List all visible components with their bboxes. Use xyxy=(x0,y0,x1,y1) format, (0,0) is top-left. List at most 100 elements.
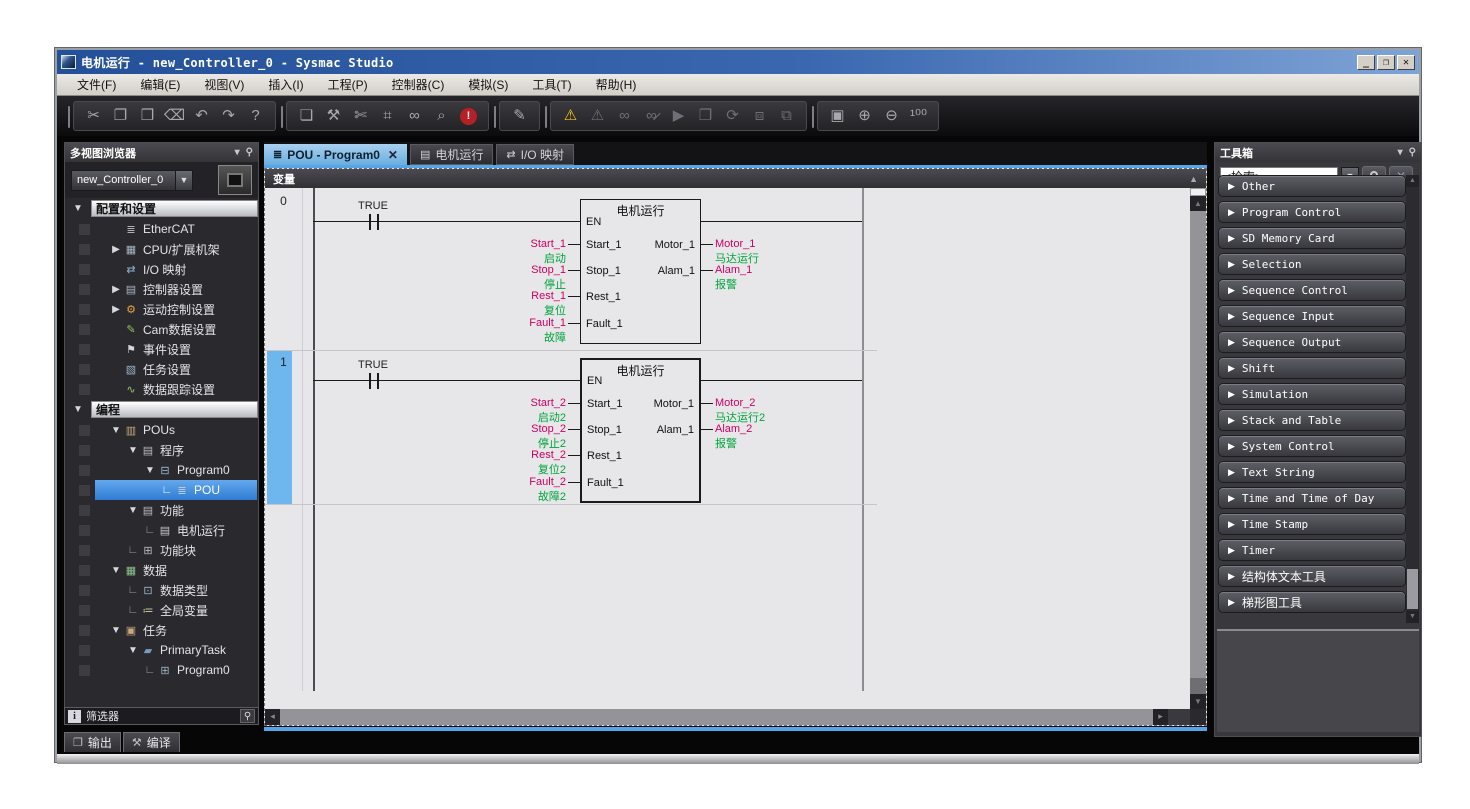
tree-item-事件设置[interactable]: ⚑事件设置 xyxy=(65,339,258,359)
tree-item-功能[interactable]: ▼▤功能 xyxy=(65,500,258,520)
block-run-icon[interactable]: ❒ xyxy=(692,102,719,130)
tree-item-数据跟踪设置[interactable]: ∿数据跟踪设置 xyxy=(65,379,258,399)
menu-item-9[interactable]: 帮助(H) xyxy=(584,74,649,95)
cut-icon[interactable]: ✂ xyxy=(80,102,107,130)
monitor-stop-icon[interactable]: ∞̷ xyxy=(638,102,665,130)
paste-icon[interactable]: ❒ xyxy=(134,102,161,130)
chevron-down-icon[interactable]: ▾ xyxy=(1398,147,1403,158)
tree-section-header[interactable]: ▼配置和设置 xyxy=(65,199,258,218)
warning-on-icon[interactable]: ⚠ xyxy=(557,102,584,130)
collapse-triangle-icon[interactable]: ▲ xyxy=(1189,174,1198,184)
variable-edit-icon[interactable]: ✎ xyxy=(506,102,533,130)
tree-item-控制器设置[interactable]: ▶▤控制器设置 xyxy=(65,279,258,299)
tree-item-全局变量[interactable]: ∟≔全局变量 xyxy=(65,600,258,620)
toolbox-scrollbar[interactable]: ▲ ▼ xyxy=(1406,175,1419,623)
toolbox-category-SD Memory Card[interactable]: ▶SD Memory Card xyxy=(1218,227,1406,249)
scroll-right-icon[interactable]: ▸ xyxy=(1153,709,1168,725)
tree-elbow[interactable]: ∟ xyxy=(161,484,173,496)
restore-button[interactable]: ❐ xyxy=(1377,55,1395,70)
tree-expander-icon[interactable]: ▶ xyxy=(110,244,122,255)
tree-expander-icon[interactable]: ▼ xyxy=(110,425,122,436)
input-arg[interactable]: Fault_1故障 xyxy=(416,317,566,345)
expand-triangle-icon[interactable]: ▼ xyxy=(65,203,91,214)
tree-expander-icon[interactable]: ▼ xyxy=(127,445,139,456)
tree-item-任务设置[interactable]: ▧任务设置 xyxy=(65,359,258,379)
tree-expander-icon[interactable]: ▼ xyxy=(144,465,156,476)
chevron-down-icon[interactable]: ▾ xyxy=(235,147,240,158)
toolbox-category-Time Stamp[interactable]: ▶Time Stamp xyxy=(1218,513,1406,535)
tree-expander-icon[interactable]: ▼ xyxy=(110,565,122,576)
scroll-up-icon[interactable]: ▲ xyxy=(1190,196,1206,211)
expand-triangle-icon[interactable]: ▼ xyxy=(65,404,91,415)
zoom-out-icon[interactable]: ⊖ xyxy=(878,102,905,130)
bottom-tab-编译[interactable]: ⚒编译 xyxy=(123,732,180,752)
minimize-button[interactable]: _ xyxy=(1357,55,1375,70)
pin-icon[interactable]: ⚲ xyxy=(246,147,253,158)
pin-icon[interactable]: ⚲ xyxy=(1409,147,1416,158)
toolbox-category-Time and Time of Day[interactable]: ▶Time and Time of Day xyxy=(1218,487,1406,509)
rung-number[interactable]: 1 xyxy=(265,355,302,369)
input-arg[interactable]: Rest_1复位 xyxy=(416,290,566,318)
vscroll-thumb[interactable] xyxy=(1190,211,1206,678)
tree-elbow[interactable]: ∟ xyxy=(127,604,139,616)
tree-item-CPU/扩展机架[interactable]: ▶▦CPU/扩展机架 xyxy=(65,239,258,259)
transfer-to-controller-icon[interactable]: ⧈ xyxy=(746,102,773,130)
output-arg[interactable]: Motor_2马达运行2 xyxy=(715,397,875,425)
bottom-tab-输出[interactable]: ❐输出 xyxy=(64,732,121,752)
vertical-scrollbar[interactable]: ▲ ▼ xyxy=(1190,188,1206,709)
tree-elbow[interactable]: ∟ xyxy=(144,664,156,676)
toolbox-category-System Control[interactable]: ▶System Control xyxy=(1218,435,1406,457)
transfer-from-controller-icon[interactable]: ⧉ xyxy=(773,102,800,130)
undo-icon[interactable]: ↶ xyxy=(188,102,215,130)
editor-tab-POU - Program0[interactable]: ≣POU - Program0✕ xyxy=(264,144,407,165)
tree-item-电机运行[interactable]: ∟▤电机运行 xyxy=(65,520,258,540)
tree-expander-icon[interactable]: ▼ xyxy=(127,505,139,516)
tree-item-数据[interactable]: ▼▦数据 xyxy=(65,560,258,580)
menu-item-7[interactable]: 模拟(S) xyxy=(456,74,520,95)
menu-item-1[interactable]: 文件(F) xyxy=(65,74,128,95)
menu-item-5[interactable]: 工程(P) xyxy=(316,74,380,95)
close-button[interactable]: ✕ xyxy=(1397,55,1415,70)
input-arg[interactable]: Stop_1停止 xyxy=(416,264,566,292)
toolbox-category-Program Control[interactable]: ▶Program Control xyxy=(1218,201,1406,223)
monitor-glasses-icon[interactable]: ∞ xyxy=(611,102,638,130)
input-arg[interactable]: Start_2启动2 xyxy=(416,397,566,425)
rebuild-icon[interactable]: ✄ xyxy=(347,102,374,130)
build-icon[interactable]: ⚒ xyxy=(320,102,347,130)
input-arg[interactable]: Start_1启动 xyxy=(416,238,566,266)
scroll-up-icon[interactable]: ▲ xyxy=(1406,175,1419,187)
warning-off-icon[interactable]: ⚠ xyxy=(584,102,611,130)
io-link-icon[interactable]: ∞ xyxy=(401,102,428,130)
output-arg[interactable]: Alam_1报警 xyxy=(715,264,875,292)
controller-select[interactable]: new_Controller_0 ▼ xyxy=(71,170,193,191)
zoom-fit-icon[interactable]: ▣ xyxy=(824,102,851,130)
tree-item-任务[interactable]: ▼▣任务 xyxy=(65,620,258,640)
tree-section-header[interactable]: ▼编程 xyxy=(65,400,258,419)
input-arg[interactable]: Stop_2停止2 xyxy=(416,423,566,451)
menu-item-4[interactable]: 插入(I) xyxy=(256,74,315,95)
toolbox-category-Timer[interactable]: ▶Timer xyxy=(1218,539,1406,561)
toolbox-category-Selection[interactable]: ▶Selection xyxy=(1218,253,1406,275)
contact-label[interactable]: TRUE xyxy=(333,200,413,212)
output-arg[interactable]: Motor_1马达运行 xyxy=(715,238,875,266)
tab-close-icon[interactable]: ✕ xyxy=(388,148,398,162)
step-run-icon[interactable]: ▶ xyxy=(665,102,692,130)
menu-item-6[interactable]: 控制器(C) xyxy=(380,74,457,95)
contact-label[interactable]: TRUE xyxy=(333,359,413,371)
toolbox-category-Sequence Output[interactable]: ▶Sequence Output xyxy=(1218,331,1406,353)
function-block[interactable]: 电机运行 EN Start_1 Stop_1 Rest_1 Fault_1 Mo… xyxy=(580,199,701,344)
variables-bar[interactable]: 变量 ▲ xyxy=(265,169,1206,188)
zoom-100-icon[interactable]: ¹⁰⁰ xyxy=(905,102,932,130)
tree-expander-icon[interactable]: ▶ xyxy=(110,284,122,295)
input-arg[interactable]: Fault_2故障2 xyxy=(416,476,566,504)
tree-item-功能块[interactable]: ∟⊞功能块 xyxy=(65,540,258,560)
tree-item-程序[interactable]: ▼▤程序 xyxy=(65,440,258,460)
editor-tab-I/O 映射[interactable]: ⇄I/O 映射 xyxy=(496,144,574,165)
toolbox-category-梯形图工具[interactable]: ▶梯形图工具 xyxy=(1218,591,1406,613)
sync-icon[interactable]: ⟳ xyxy=(719,102,746,130)
window-icon[interactable]: ❏ xyxy=(293,102,320,130)
redo-icon[interactable]: ↷ xyxy=(215,102,242,130)
tree-item-数据类型[interactable]: ∟⊡数据类型 xyxy=(65,580,258,600)
filter-pin-icon[interactable]: ⚲ xyxy=(240,709,255,723)
toolbox-category-结构体文本工具[interactable]: ▶结构体文本工具 xyxy=(1218,565,1406,587)
